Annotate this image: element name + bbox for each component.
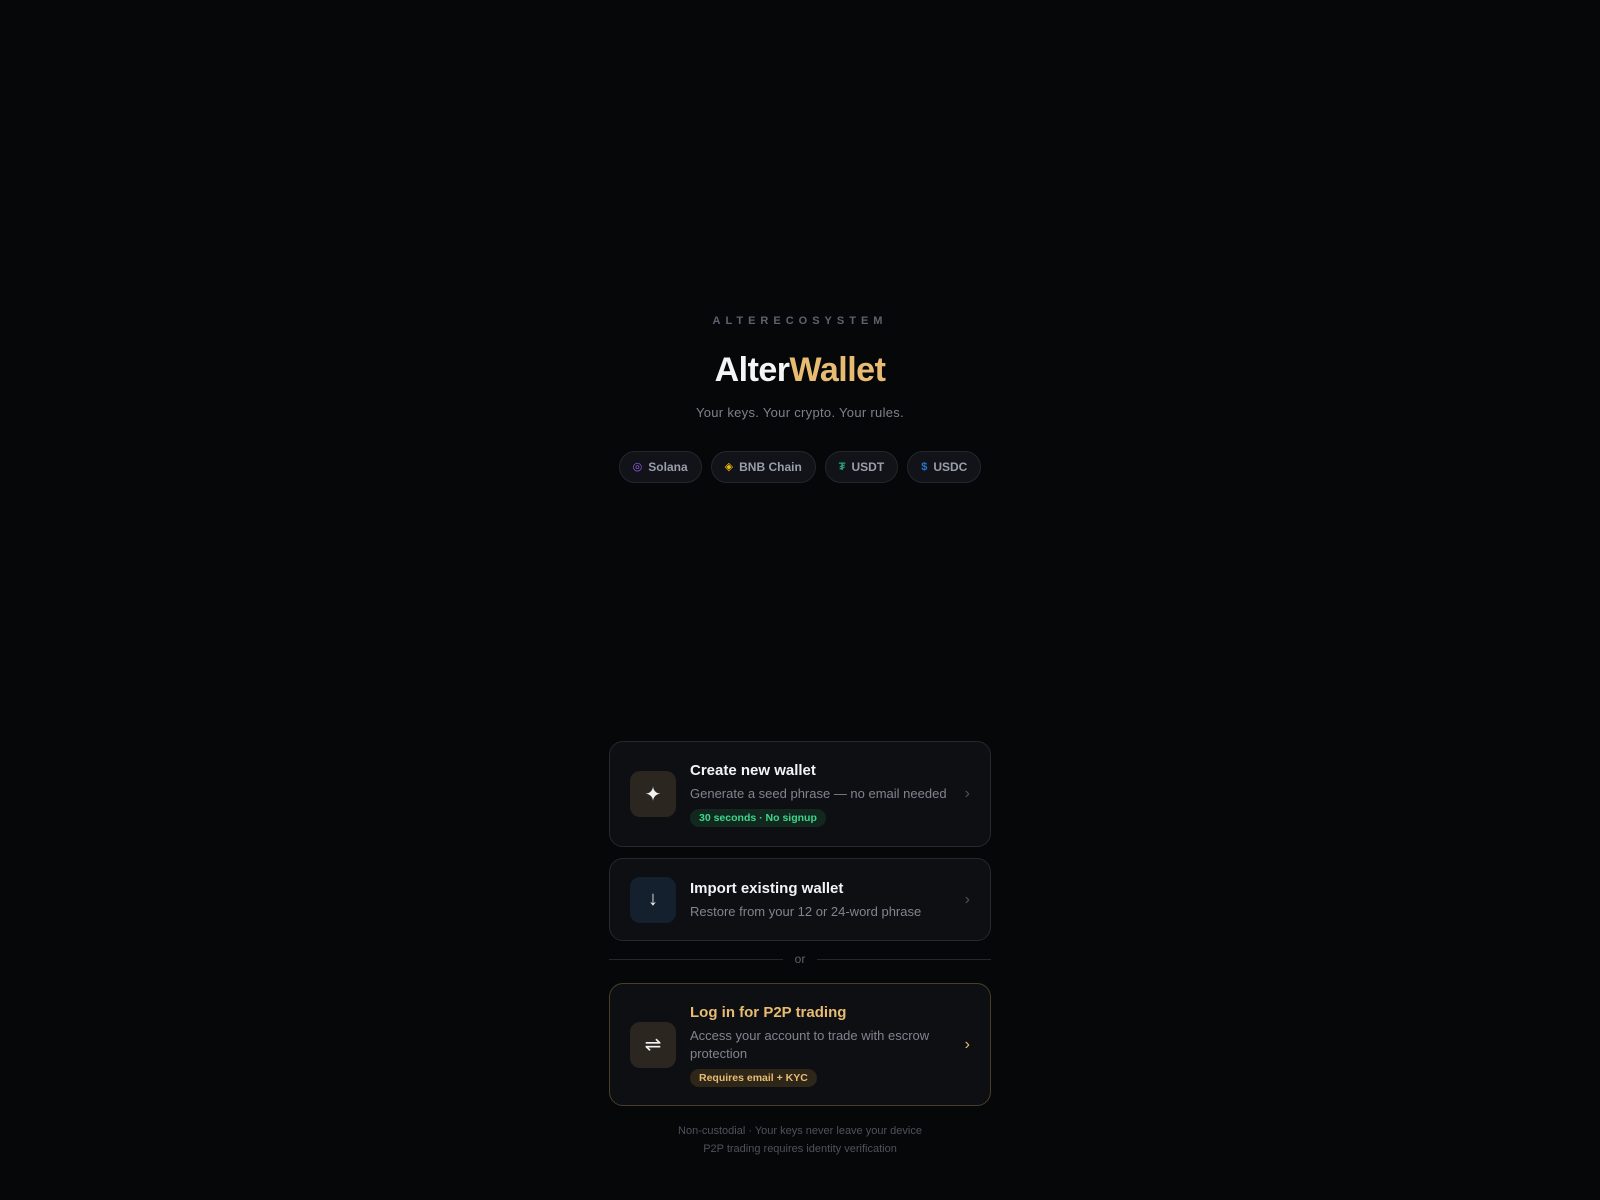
brand-title-part2: Wallet (789, 351, 886, 389)
divider-line (609, 958, 783, 960)
tagline: Your keys. Your crypto. Your rules. (695, 405, 905, 420)
import-wallet-body: Import existing wallet Restore from your… (690, 879, 955, 921)
sparkle-icon: ✦ (630, 771, 676, 817)
divider-line (817, 958, 992, 960)
arrow-down-icon: ↓ (630, 876, 676, 923)
supported-chains: ◎ Solana ◈ BNB Chain ₮ USDT $ USDC (0, 451, 1600, 483)
chip-solana: ◎ Solana (618, 451, 702, 483)
brand-title-part1: Alter (714, 351, 790, 389)
create-wallet-badge: 30 seconds · No signup (690, 809, 826, 827)
p2p-login-title: Log in for P2P trading (690, 1003, 847, 1021)
wallet-onboarding-page: ALTERECOSYSTEM AlterWallet Your keys. Yo… (0, 0, 1600, 1200)
chevron-right-icon: › (964, 890, 970, 908)
footer-line-2: P2P trading requires identity verificati… (703, 1143, 897, 1155)
create-wallet-button[interactable]: ✦ Create new wallet Generate a seed phra… (609, 741, 991, 847)
ecosystem-eyebrow: ALTERECOSYSTEM (712, 315, 888, 327)
import-wallet-button[interactable]: ↓ Import existing wallet Restore from yo… (609, 858, 991, 941)
create-wallet-title: Create new wallet (690, 762, 816, 779)
p2p-login-desc: Access your account to trade with escrow… (690, 1027, 930, 1061)
swap-arrows-icon: ⇌ (630, 1021, 676, 1068)
p2p-login-body: Log in for P2P trading Access your accou… (690, 1003, 955, 1087)
chip-label: USDC (933, 460, 968, 474)
footer-note: Non-custodial · Your keys never leave yo… (0, 1122, 1600, 1158)
footer-line-1: Non-custodial · Your keys never leave yo… (678, 1125, 922, 1137)
p2p-login-badge: Requires email + KYC (690, 1068, 817, 1087)
create-wallet-body: Create new wallet Generate a seed phrase… (690, 761, 955, 827)
chevron-right-icon: › (964, 1035, 970, 1053)
chevron-right-icon: › (964, 785, 970, 802)
import-wallet-title: Import existing wallet (690, 879, 844, 897)
chip-label: USDT (851, 460, 885, 474)
bnb-icon: ◈ (724, 460, 734, 473)
chip-label: BNB Chain (739, 460, 802, 474)
chip-usdc: $ USDC (907, 451, 982, 483)
brand-title: AlterWallet (0, 348, 1600, 392)
import-wallet-desc: Restore from your 12 or 24-word phrase (690, 903, 922, 919)
chip-bnb-chain: ◈ BNB Chain (710, 451, 816, 483)
p2p-login-button[interactable]: ⇌ Log in for P2P trading Access your acc… (609, 983, 991, 1106)
divider-text: or (794, 952, 806, 966)
tether-icon: ₮ (838, 460, 846, 473)
or-divider: or (609, 952, 992, 966)
usdc-icon: $ (921, 460, 928, 473)
chip-label: Solana (648, 460, 688, 474)
chip-usdt: ₮ USDT (824, 451, 899, 483)
create-wallet-desc: Generate a seed phrase — no email needed (690, 786, 947, 801)
solana-icon: ◎ (632, 460, 643, 473)
